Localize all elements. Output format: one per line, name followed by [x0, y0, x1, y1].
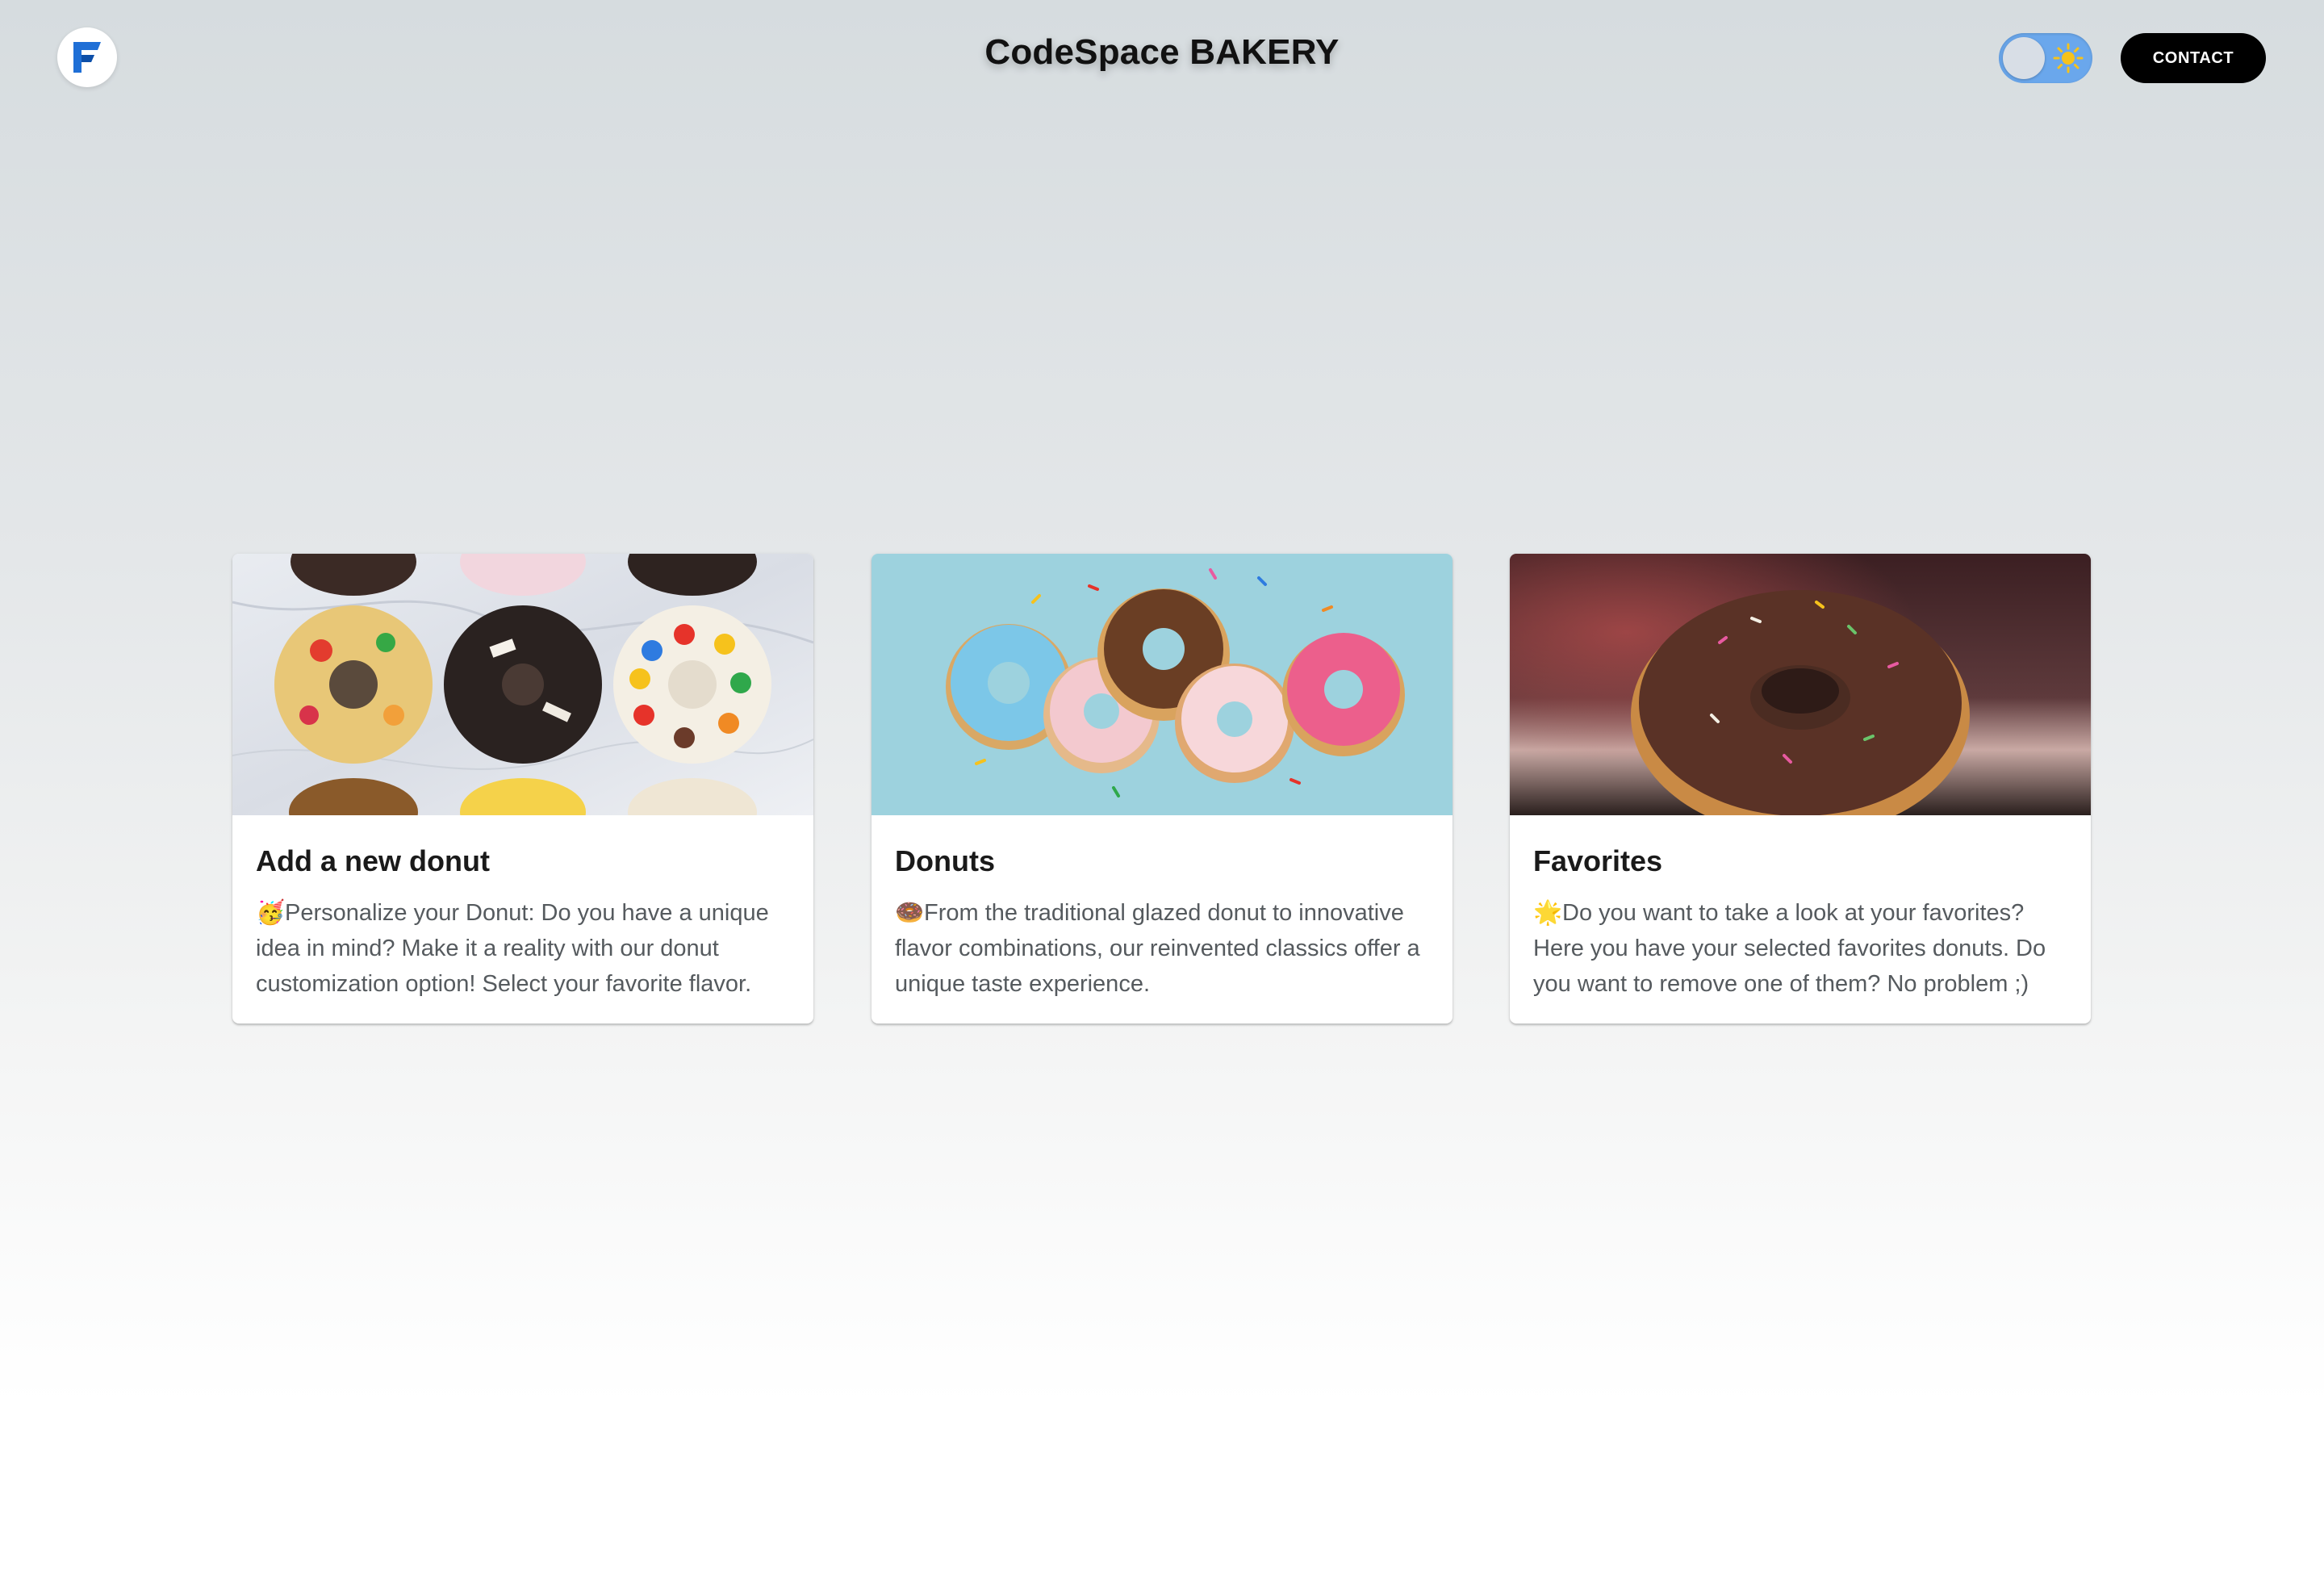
card-title: Favorites	[1533, 844, 1663, 877]
card-description: 🥳Personalize your Donut: Do you have a u…	[256, 895, 792, 1002]
sun-icon	[2053, 43, 2084, 73]
star-emoji-icon: 🌟	[1533, 900, 1563, 926]
card-donuts[interactable]: Donuts 🍩From the traditional glazed donu…	[872, 554, 1452, 1024]
card-title: Donuts	[895, 844, 995, 877]
page-title-text: CodeSpace BAKERY	[984, 32, 1340, 72]
card-favorites[interactable]: Favorites 🌟Do you want to take a look at…	[1510, 554, 2091, 1024]
theme-toggle[interactable]	[1999, 33, 2092, 83]
card-description-text: Personalize your Donut: Do you have a un…	[256, 900, 769, 997]
app-header: CodeSpace BAKERY CONTACT	[0, 0, 2324, 116]
contact-button[interactable]: CONTACT	[2121, 33, 2266, 83]
party-emoji-icon: 🥳	[256, 900, 286, 926]
page-title: CodeSpace BAKERY	[0, 32, 2324, 73]
donut-emoji-icon: 🍩	[895, 900, 925, 926]
card-description: 🌟Do you want to take a look at your favo…	[1533, 895, 2069, 1002]
card-description-text: Do you want to take a look at your favor…	[1533, 900, 2046, 997]
brand-logo[interactable]	[57, 27, 117, 87]
letter-f-logo-icon	[73, 42, 101, 73]
theme-toggle-knob[interactable]	[2003, 37, 2045, 79]
card-add-new-donut[interactable]: Add a new donut 🥳Personalize your Donut:…	[232, 554, 813, 1024]
card-description-text: From the traditional glazed donut to inn…	[895, 900, 1420, 997]
card-image-flying-donuts	[872, 554, 1452, 815]
card-image-assorted-donuts	[232, 554, 813, 815]
card-title: Add a new donut	[256, 844, 490, 877]
card-image-chocolate-donut	[1510, 554, 2091, 815]
card-description: 🍩From the traditional glazed donut to in…	[895, 895, 1431, 1002]
